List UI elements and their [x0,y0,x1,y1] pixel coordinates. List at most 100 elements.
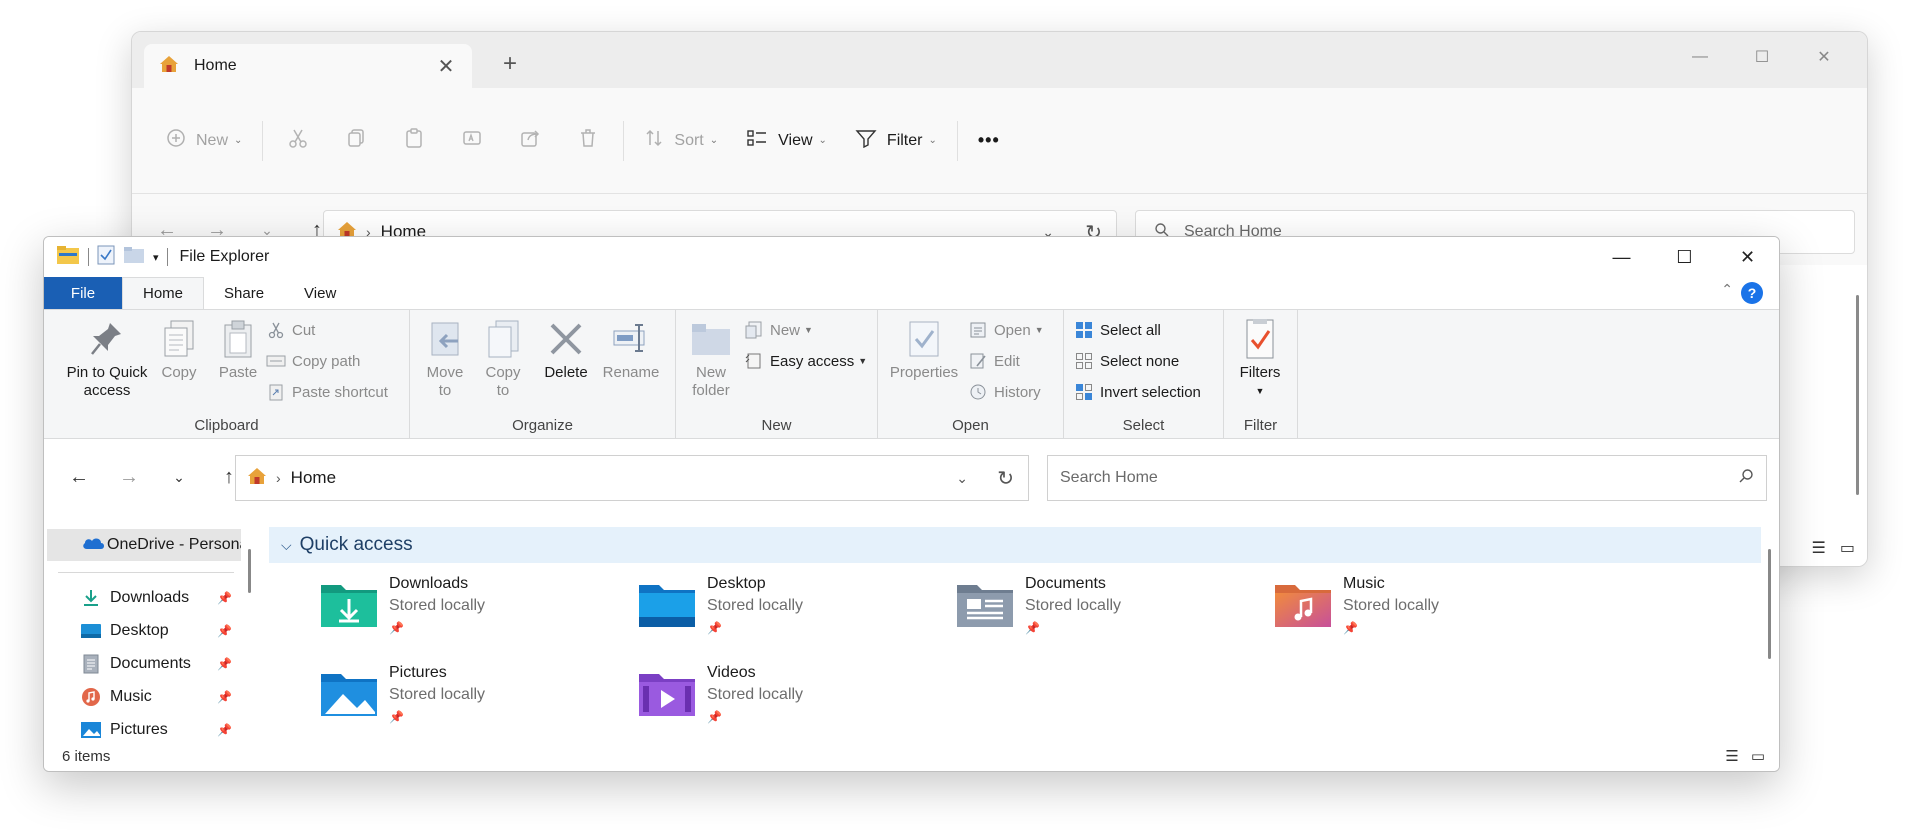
tab-file[interactable]: File [44,277,122,309]
back-tab-label: Home [194,57,237,74]
pin-icon: 📌 [217,657,232,671]
chevron-down-icon: ⌄ [234,135,243,146]
folder-tile-downloads[interactable]: Downloads Stored locally 📌 [319,573,619,649]
back-close-button[interactable]: ✕ [1793,42,1855,72]
history-button[interactable]: History [968,380,1041,404]
breadcrumb-home[interactable]: Home [291,468,336,488]
view-list-icon [746,128,768,153]
new-folder-button[interactable]: New folder [684,318,738,400]
front-address-bar[interactable]: › Home ⌄ ↻ [235,455,1029,501]
paste-button[interactable]: Paste [206,318,270,382]
delete-button[interactable]: Delete [536,318,596,382]
back-more-button[interactable]: ••• [964,123,1014,159]
new-item-icon [744,320,764,340]
back-share-button[interactable] [501,127,559,154]
sidebar-item-onedrive[interactable]: OneDrive - Personal [47,529,241,561]
tab-share[interactable]: Share [204,277,284,309]
content-scrollbar[interactable] [1768,549,1771,659]
back-minimize-button[interactable]: — [1669,42,1731,72]
paste-shortcut-button[interactable]: Paste shortcut [266,380,388,404]
back-maximize-button[interactable]: ☐ [1731,42,1793,72]
address-dropdown-icon[interactable]: ⌄ [956,470,968,487]
select-none-label: Select none [1100,352,1180,370]
ribbon-group-new: New folder New ▼ Easy access ▼ New [676,310,878,438]
back-tab-home[interactable]: Home ✕ [144,44,472,88]
open-button[interactable]: Open ▼ [968,318,1044,342]
sort-icon [644,128,664,153]
sidebar-item-desktop[interactable]: Desktop 📌 [80,617,240,645]
details-view-icon[interactable]: ☰ [1812,538,1826,558]
new-item-button[interactable]: New ▼ [744,318,813,342]
open-label: Open [994,321,1031,339]
close-tab-icon[interactable]: ✕ [434,54,458,79]
new-folder-label: New folder [692,364,730,399]
folder-tile-pictures[interactable]: Pictures Stored locally 📌 [319,662,619,738]
copy-icon [345,127,367,154]
move-to-button[interactable]: Move to [416,318,474,400]
invert-selection-button[interactable]: Invert selection [1074,380,1201,404]
folder-tile-documents[interactable]: Documents Stored locally 📌 [955,573,1255,649]
home-icon [246,466,268,491]
maximize-button[interactable]: ☐ [1653,237,1716,277]
large-icons-view-icon[interactable]: ▭ [1751,747,1765,765]
sidebar-item-label: Music [110,688,152,705]
folder-tile-desktop[interactable]: Desktop Stored locally 📌 [637,573,937,649]
properties-qat-icon[interactable] [97,245,115,270]
copy-button[interactable]: Copy [144,318,214,382]
filters-button[interactable]: Filters ▼ [1230,318,1290,400]
sidebar-item-pictures[interactable]: Pictures 📌 [80,716,240,741]
music-icon [80,687,102,707]
close-button[interactable]: ✕ [1716,237,1779,277]
back-title-bar: Home ✕ + — ☐ ✕ [132,32,1867,88]
folder-tile-music[interactable]: Music Stored locally 📌 [1273,573,1573,649]
refresh-icon[interactable]: ↻ [997,466,1014,491]
recent-locations-icon[interactable]: ⌄ [154,469,204,486]
folder-name: Pictures [389,664,447,681]
clipboard-icon [403,127,425,154]
details-view-icon[interactable]: ☰ [1725,747,1738,765]
tab-view[interactable]: View [284,277,356,309]
back-paste-button[interactable] [385,127,443,154]
back-sort-button[interactable]: Sort ⌄ [630,123,732,159]
edit-button[interactable]: Edit [968,349,1020,373]
sidebar-item-music[interactable]: Music 📌 [80,683,240,711]
back-filter-button[interactable]: Filter ⌄ [841,123,951,159]
new-folder-qat-icon[interactable] [123,246,145,269]
new-tab-icon[interactable]: + [496,52,524,76]
folder-tile-videos[interactable]: Videos Stored locally 📌 [637,662,937,738]
copy-path-button[interactable]: Copy path [266,349,360,373]
minimize-button[interactable]: — [1590,237,1653,277]
back-delete-button[interactable] [559,127,617,154]
select-none-button[interactable]: Select none [1074,349,1179,373]
pin-icon: 📌 [707,621,722,635]
back-rename-button[interactable] [443,127,501,154]
copy-to-button[interactable]: Copy to [474,318,532,400]
quick-access-toolbar: ▾ [56,245,168,270]
large-icons-view-icon[interactable]: ▭ [1840,538,1855,558]
forward-arrow-icon[interactable]: → [104,466,154,489]
back-arrow-icon[interactable]: ← [54,466,104,489]
back-cut-button[interactable] [269,127,327,154]
cut-button[interactable]: Cut [266,318,315,342]
tab-home[interactable]: Home [122,277,205,309]
back-copy-button[interactable] [327,127,385,154]
back-view-button[interactable]: View ⌄ [732,123,841,159]
quick-access-header[interactable]: ⌵ Quick access [269,527,1761,563]
ribbon-group-select: Select all Select none Invert selection … [1064,310,1224,438]
customize-qat-icon[interactable]: ▾ [153,251,159,264]
back-new-button[interactable]: New ⌄ [152,123,256,159]
front-search-box[interactable]: Search Home [1047,455,1767,501]
sidebar-item-downloads[interactable]: Downloads 📌 [80,584,240,612]
properties-button[interactable]: Properties [884,318,964,382]
filter-icon [855,128,877,153]
help-button[interactable]: ? [1741,282,1763,304]
easy-access-button[interactable]: Easy access ▼ [744,349,867,373]
sidebar-item-documents[interactable]: Documents 📌 [80,650,240,678]
rename-button[interactable]: Rename [596,318,666,382]
properties-label: Properties [889,364,959,381]
nav-scrollbar[interactable] [248,549,251,593]
select-all-button[interactable]: Select all [1074,318,1161,342]
back-scrollbar[interactable] [1856,295,1859,495]
collapse-ribbon-icon[interactable]: ⌃ [1721,281,1733,298]
trash-icon [577,127,599,154]
